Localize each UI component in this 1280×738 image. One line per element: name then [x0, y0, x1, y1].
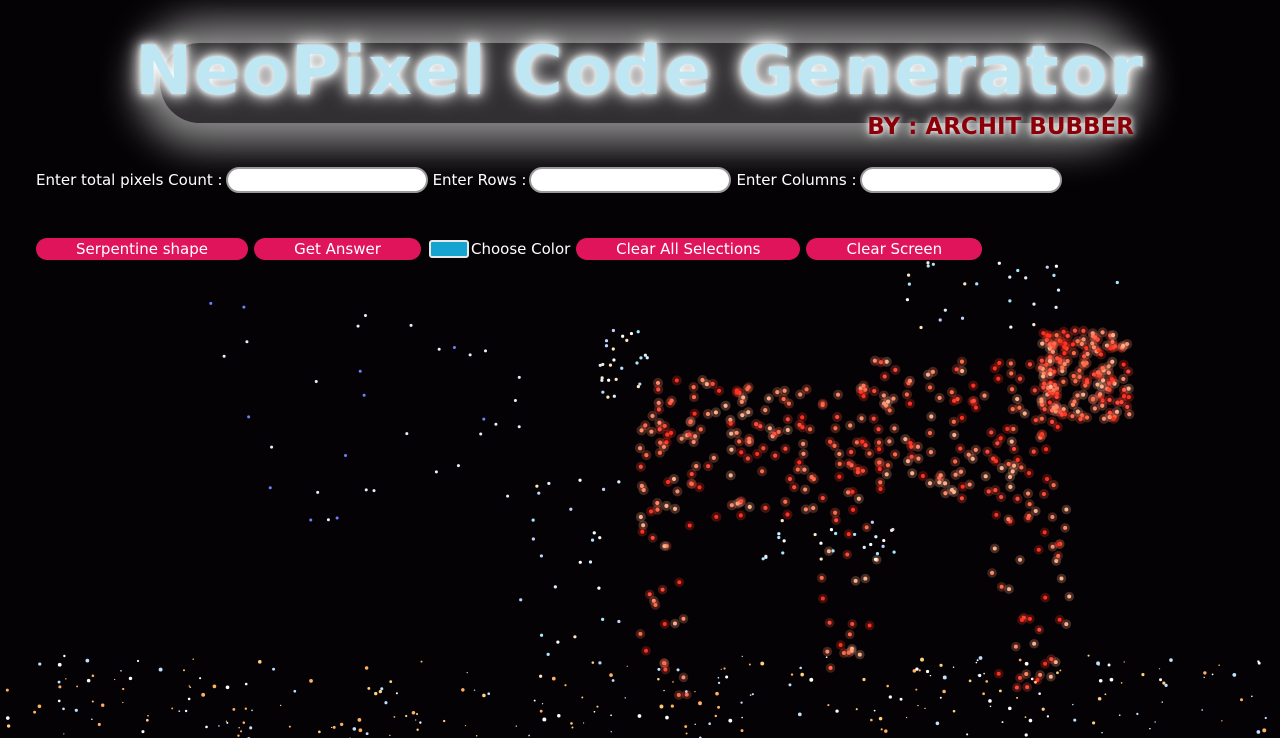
total-pixels-label: Enter total pixels Count :: [36, 171, 223, 189]
action-toolbar: Serpentine shape Get Answer Choose Color…: [36, 238, 988, 260]
rows-label: Enter Rows :: [432, 171, 527, 189]
total-pixels-input[interactable]: [225, 167, 428, 193]
clear-screen-button[interactable]: Clear Screen: [806, 238, 983, 260]
page-title: NeoPixel Code Generator: [135, 32, 1145, 111]
author-credit: BY : ARCHIT BUBBER: [867, 114, 1134, 140]
serpentine-shape-button[interactable]: Serpentine shape: [36, 238, 248, 260]
clear-all-selections-button[interactable]: Clear All Selections: [576, 238, 801, 260]
rows-input[interactable]: [529, 167, 732, 193]
columns-label: Enter Columns :: [736, 171, 857, 189]
header: NeoPixel Code Generator BY : ARCHIT BUBB…: [130, 28, 1150, 141]
choose-color-label: Choose Color: [471, 240, 571, 258]
columns-input[interactable]: [859, 167, 1062, 193]
get-answer-button[interactable]: Get Answer: [254, 238, 421, 260]
dimensions-form: Enter total pixels Count : Enter Rows : …: [36, 166, 1067, 194]
color-picker[interactable]: [429, 240, 469, 258]
